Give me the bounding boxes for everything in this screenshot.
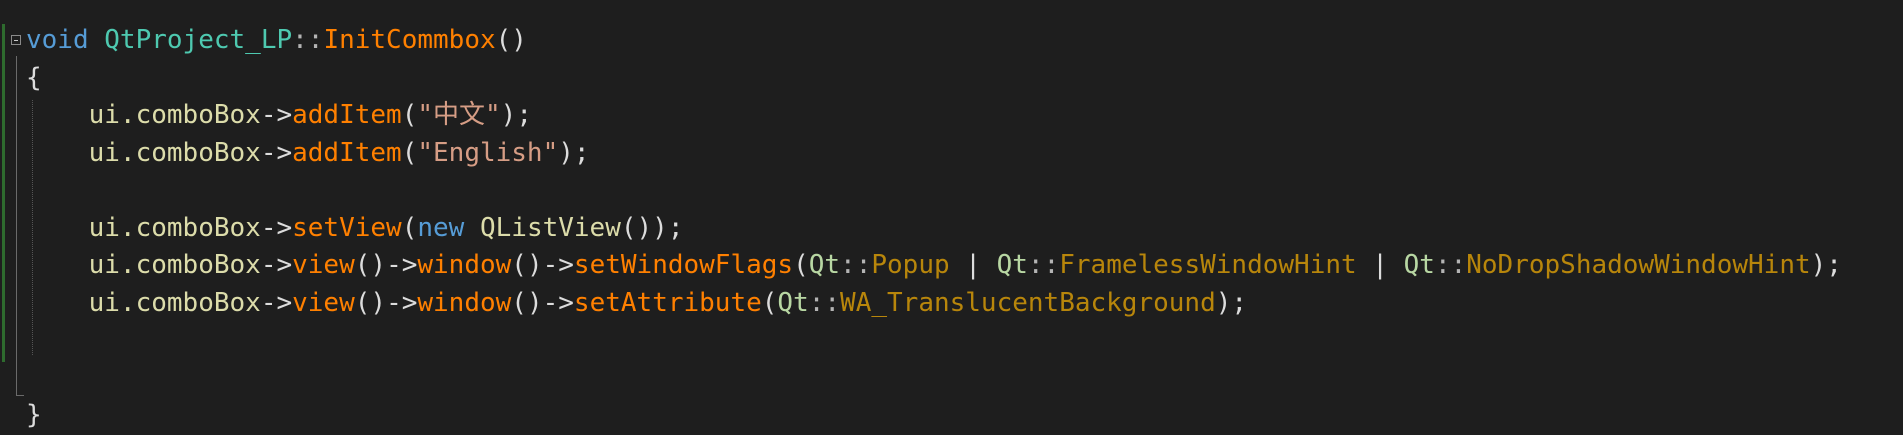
arrow-operator: -> [260, 287, 293, 318]
method-name: addItem [292, 100, 402, 130]
member-access: ui.comboBox [88, 250, 261, 280]
method-name: view [292, 287, 355, 318]
code-line[interactable]: ui.comboBox->view()->window()->setWindow… [26, 247, 1842, 285]
paren-semicolon: ); [1810, 250, 1842, 280]
method-name: setAttribute [573, 287, 762, 318]
pipe-operator: | [949, 250, 997, 280]
namespace: Qt [996, 250, 1028, 280]
code-line[interactable] [26, 322, 1842, 360]
code-line[interactable]: { [26, 60, 1842, 98]
paren-semicolon: ); [1215, 287, 1248, 318]
method-name: window [417, 287, 512, 318]
parens: () [511, 250, 543, 280]
string-literal: "中文" [417, 100, 501, 130]
change-tracking-bar [2, 24, 5, 362]
paren: ( [401, 137, 418, 168]
scope-operator: :: [808, 287, 841, 318]
paren-semicolon: ); [558, 137, 590, 168]
code-line[interactable]: } [26, 397, 1842, 435]
code-line[interactable]: ui.comboBox->addItem("English"); [26, 135, 1842, 173]
class-name: QtProject_LP [104, 25, 293, 55]
scope-operator: :: [1434, 250, 1467, 280]
method-name: setView [292, 212, 402, 243]
arrow-operator: -> [260, 212, 293, 243]
code-area[interactable]: void QtProject_LP::InitCommbox() { ui.co… [26, 22, 1842, 435]
paren: ( [761, 287, 778, 318]
member-access: ui.comboBox [88, 137, 261, 168]
arrow-operator: -> [542, 250, 574, 280]
method-name: setWindowFlags [573, 250, 794, 280]
fold-region-end [16, 395, 24, 396]
keyword-new: new [417, 212, 465, 243]
arrow-operator: -> [260, 137, 293, 168]
paren: ( [401, 100, 418, 130]
scope-operator: :: [1027, 250, 1060, 280]
code-line[interactable]: ui.comboBox->setView(new QListView()); [26, 210, 1842, 248]
parens-semicolon: ()); [620, 212, 684, 243]
function-name: InitCommbox [323, 25, 496, 55]
parens: () [511, 287, 543, 318]
code-line[interactable]: ui.comboBox->addItem("中文"); [26, 97, 1842, 135]
code-line[interactable]: void QtProject_LP::InitCommbox() [26, 22, 1842, 60]
code-line[interactable]: ui.comboBox->view()->window()->setAttrib… [26, 285, 1842, 323]
arrow-operator: -> [386, 287, 418, 318]
parens: () [495, 25, 527, 55]
parens: () [354, 287, 387, 318]
method-name: addItem [292, 137, 402, 168]
code-editor[interactable]: void QtProject_LP::InitCommbox() { ui.co… [0, 0, 1903, 430]
code-line[interactable] [26, 172, 1842, 210]
namespace: Qt [1403, 250, 1435, 280]
paren-semicolon: ); [500, 100, 532, 130]
enum-value: FramelessWindowHint [1059, 250, 1357, 280]
arrow-operator: -> [542, 287, 574, 318]
enum-value: Popup [871, 250, 950, 280]
scope-operator: :: [840, 250, 872, 280]
arrow-operator: -> [260, 250, 293, 280]
class-name: QListView [479, 212, 621, 243]
open-brace: { [26, 62, 42, 93]
string-literal: "English" [417, 137, 559, 168]
pipe-operator: | [1356, 250, 1404, 280]
code-line[interactable] [26, 360, 1842, 398]
namespace: Qt [808, 250, 841, 280]
paren: ( [401, 212, 418, 243]
fold-region-line [16, 56, 17, 396]
parens: () [354, 250, 387, 280]
enum-value: NoDropShadowWindowHint [1466, 250, 1811, 280]
method-name: view [292, 250, 355, 280]
paren: ( [793, 250, 809, 280]
member-access: ui.comboBox [88, 100, 261, 130]
member-access: ui.comboBox [88, 212, 261, 243]
keyword-void: void [26, 25, 89, 55]
collapse-minus-icon[interactable] [11, 35, 21, 45]
enum-value: WA_TranslucentBackground [840, 287, 1216, 318]
scope-operator: :: [292, 25, 324, 55]
namespace: Qt [777, 287, 809, 318]
member-access: ui.comboBox [88, 287, 261, 318]
arrow-operator: -> [260, 100, 293, 130]
method-name: window [417, 250, 512, 280]
arrow-operator: -> [386, 250, 418, 280]
close-brace: } [26, 400, 42, 430]
